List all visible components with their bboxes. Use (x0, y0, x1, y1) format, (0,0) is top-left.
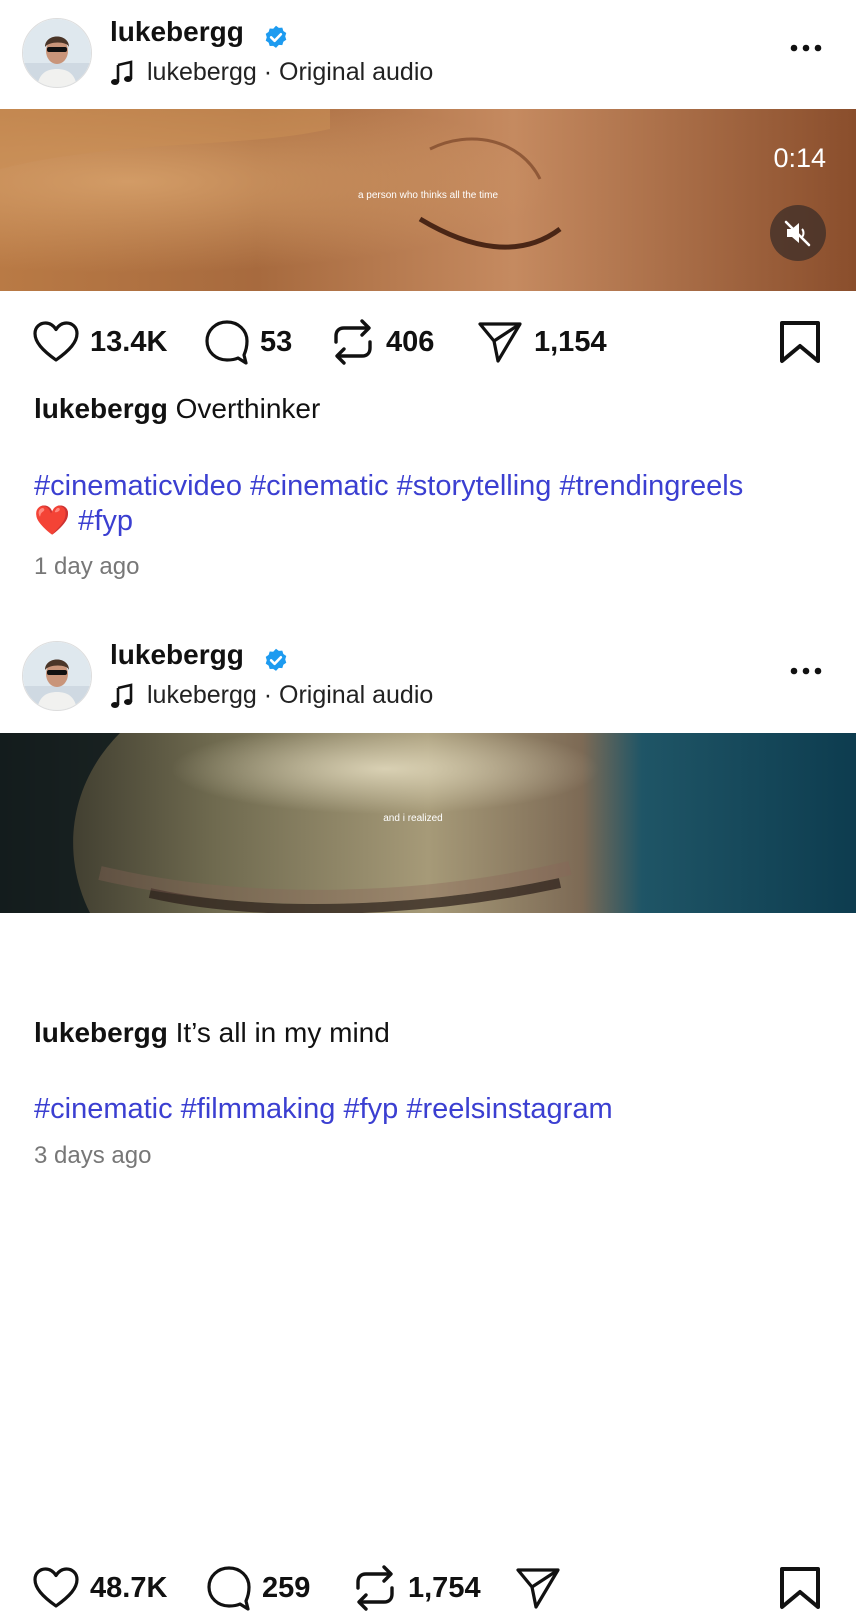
mute-icon (784, 220, 811, 247)
audio-label[interactable]: lukebergg · Original audio (147, 58, 433, 87)
repost-action[interactable]: 406 (330, 312, 434, 372)
share-action[interactable] (514, 1558, 562, 1618)
bookmark-icon (780, 321, 820, 363)
avatar-image (23, 642, 91, 710)
repost-count: 406 (386, 325, 435, 358)
reel-video[interactable]: and i realized (0, 733, 856, 913)
share-action[interactable]: 1,154 (476, 312, 607, 372)
bookmark-action[interactable] (778, 312, 822, 372)
music-note-icon (111, 60, 133, 85)
verified-badge-icon (265, 648, 287, 671)
video-caption-overlay: a person who thinks all the time (357, 190, 499, 201)
caption-text: Overthinker (175, 393, 321, 424)
comment-icon (207, 1566, 251, 1611)
repost-icon (356, 1565, 394, 1611)
heart-icon (33, 1567, 79, 1608)
caption-username[interactable]: lukebergg (34, 1017, 168, 1048)
hashtag-fyp[interactable]: #fyp (78, 505, 133, 537)
music-note-icon (111, 683, 133, 708)
like-action[interactable]: 13.4K (32, 312, 167, 372)
share-icon (516, 1568, 560, 1609)
like-count: 48.7K (90, 1571, 168, 1604)
comment-icon (205, 320, 249, 365)
hashtags: #cinematic #filmmaking #fyp #reelsinstag… (34, 1092, 824, 1127)
comment-count: 259 (262, 1571, 311, 1604)
action-bar: 48.7K 259 1,754 (0, 1558, 856, 1618)
hashtags: #cinematicvideo #cinematic #storytelling… (34, 469, 824, 539)
caption-text: It’s all in my mind (175, 1017, 390, 1048)
avatar-image (23, 19, 91, 87)
comment-action[interactable]: 53 (204, 312, 292, 372)
repost-count: 1,754 (408, 1571, 481, 1604)
username[interactable]: lukebergg (110, 639, 244, 671)
hashtags-line[interactable]: #cinematicvideo #cinematic #storytelling… (34, 469, 824, 504)
repost-icon (334, 319, 372, 365)
comment-action[interactable]: 259 (206, 1558, 310, 1618)
post-timestamp: 3 days ago (34, 1142, 152, 1169)
hashtags-line[interactable]: #cinematic #filmmaking #fyp #reelsinstag… (34, 1092, 824, 1127)
like-count: 13.4K (90, 325, 168, 358)
reel-video[interactable]: a person who thinks all the time 0:14 (0, 109, 856, 291)
heart-emoji: ❤️ (34, 505, 71, 537)
more-icon[interactable] (786, 661, 826, 681)
repost-action[interactable]: 1,754 (352, 1558, 481, 1618)
video-caption-overlay: and i realized (383, 813, 443, 824)
post-caption: lukebergg Overthinker (34, 393, 320, 425)
post-caption: lukebergg It’s all in my mind (34, 1017, 390, 1049)
audio-label[interactable]: lukebergg · Original audio (147, 681, 433, 710)
verified-badge-icon (265, 25, 287, 48)
mute-button[interactable] (770, 205, 826, 261)
bookmark-action[interactable] (778, 1558, 822, 1618)
heart-icon (33, 321, 79, 362)
share-icon (478, 322, 522, 363)
comment-count: 53 (260, 325, 293, 358)
avatar[interactable] (22, 18, 92, 88)
username[interactable]: lukebergg (110, 16, 244, 48)
caption-username[interactable]: lukebergg (34, 393, 168, 424)
post-timestamp: 1 day ago (34, 553, 140, 580)
bookmark-icon (780, 1567, 820, 1609)
like-action[interactable]: 48.7K (32, 1558, 167, 1618)
more-icon[interactable] (786, 38, 826, 58)
share-count: 1,154 (534, 325, 607, 358)
avatar[interactable] (22, 641, 92, 711)
action-bar: 13.4K 53 406 1,154 (0, 312, 856, 372)
video-duration: 0:14 (773, 143, 826, 173)
